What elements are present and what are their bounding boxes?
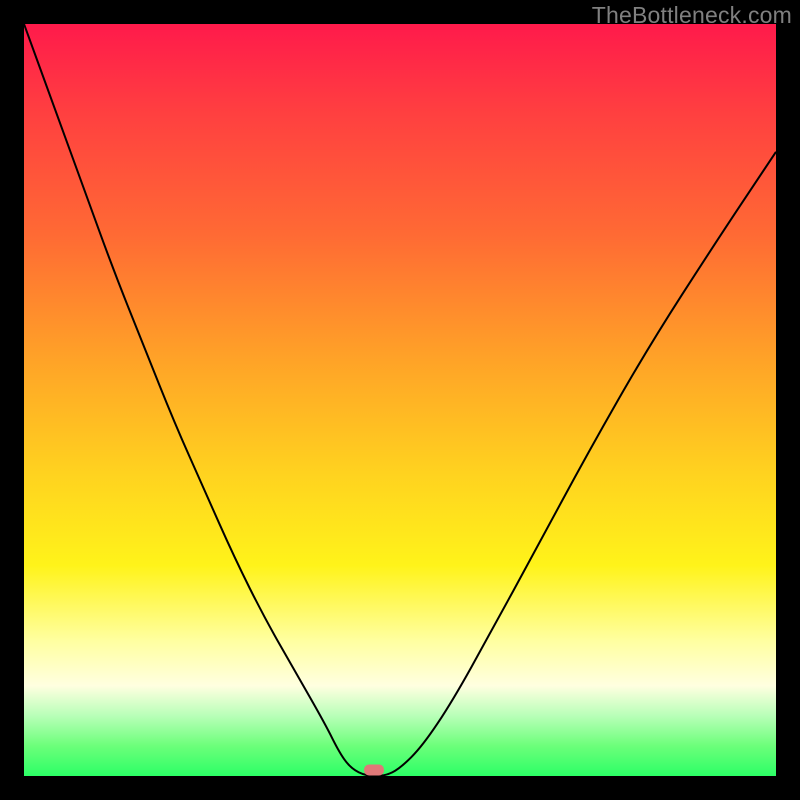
chart-curve-svg — [24, 24, 776, 776]
chart-frame: TheBottleneck.com — [0, 0, 800, 800]
chart-plot-area — [24, 24, 776, 776]
watermark-text: TheBottleneck.com — [592, 2, 792, 29]
optimum-marker — [364, 764, 384, 775]
bottleneck-curve-path — [24, 24, 776, 776]
